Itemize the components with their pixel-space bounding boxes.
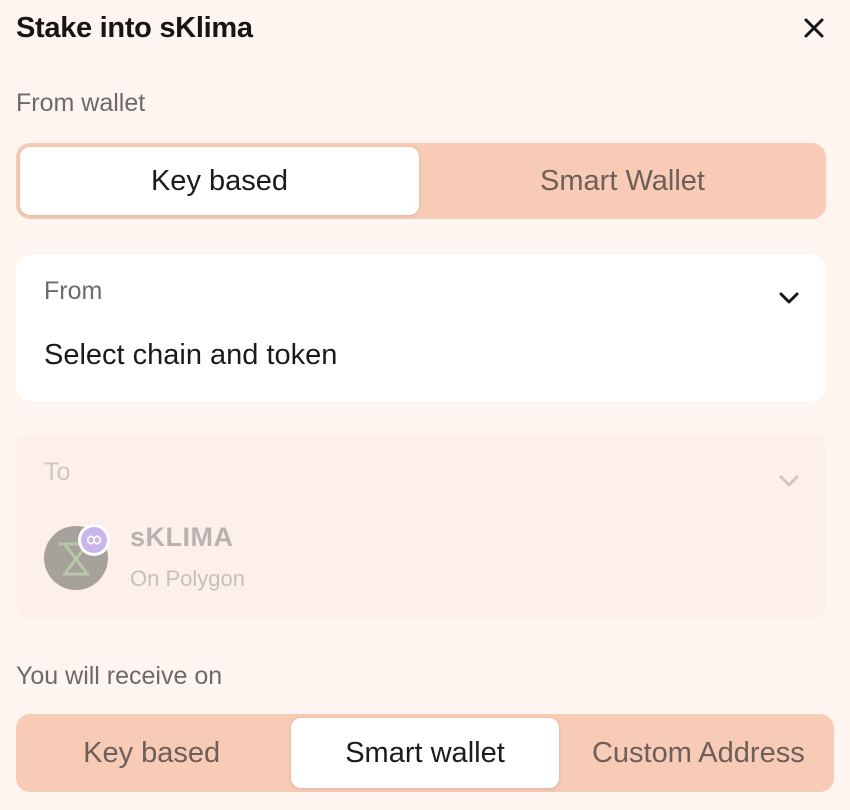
to-token-selector: To sKLIMA On Polygon [16,434,826,620]
from-wallet-option-smart-wallet[interactable]: Smart Wallet [423,147,822,215]
from-wallet-toggle: Key based Smart Wallet [16,143,826,219]
chevron-down-icon [779,292,799,304]
receive-label: You will receive on [16,662,223,690]
modal-header: Stake into sKlima [16,8,834,52]
close-icon [804,18,824,38]
from-value: Select chain and token [44,339,338,371]
from-wallet-label: From wallet [16,89,146,117]
receive-option-custom-address[interactable]: Custom Address [565,718,832,788]
receive-option-smart-wallet[interactable]: Smart wallet [291,718,559,788]
from-wallet-option-key-based[interactable]: Key based [20,147,419,215]
chevron-down-icon [779,475,799,487]
close-button[interactable] [796,10,832,46]
receive-toggle: Key based Smart wallet Custom Address [16,714,834,792]
modal-title: Stake into sKlima [16,12,253,44]
to-label: To [44,458,71,486]
polygon-icon [81,527,107,553]
from-label: From [44,277,103,305]
receive-option-key-based[interactable]: Key based [18,718,285,788]
token-chain: On Polygon [130,566,245,591]
polygon-chain-badge [78,524,110,556]
token-name: sKLIMA [130,522,234,552]
from-token-selector[interactable]: From Select chain and token [16,255,826,401]
